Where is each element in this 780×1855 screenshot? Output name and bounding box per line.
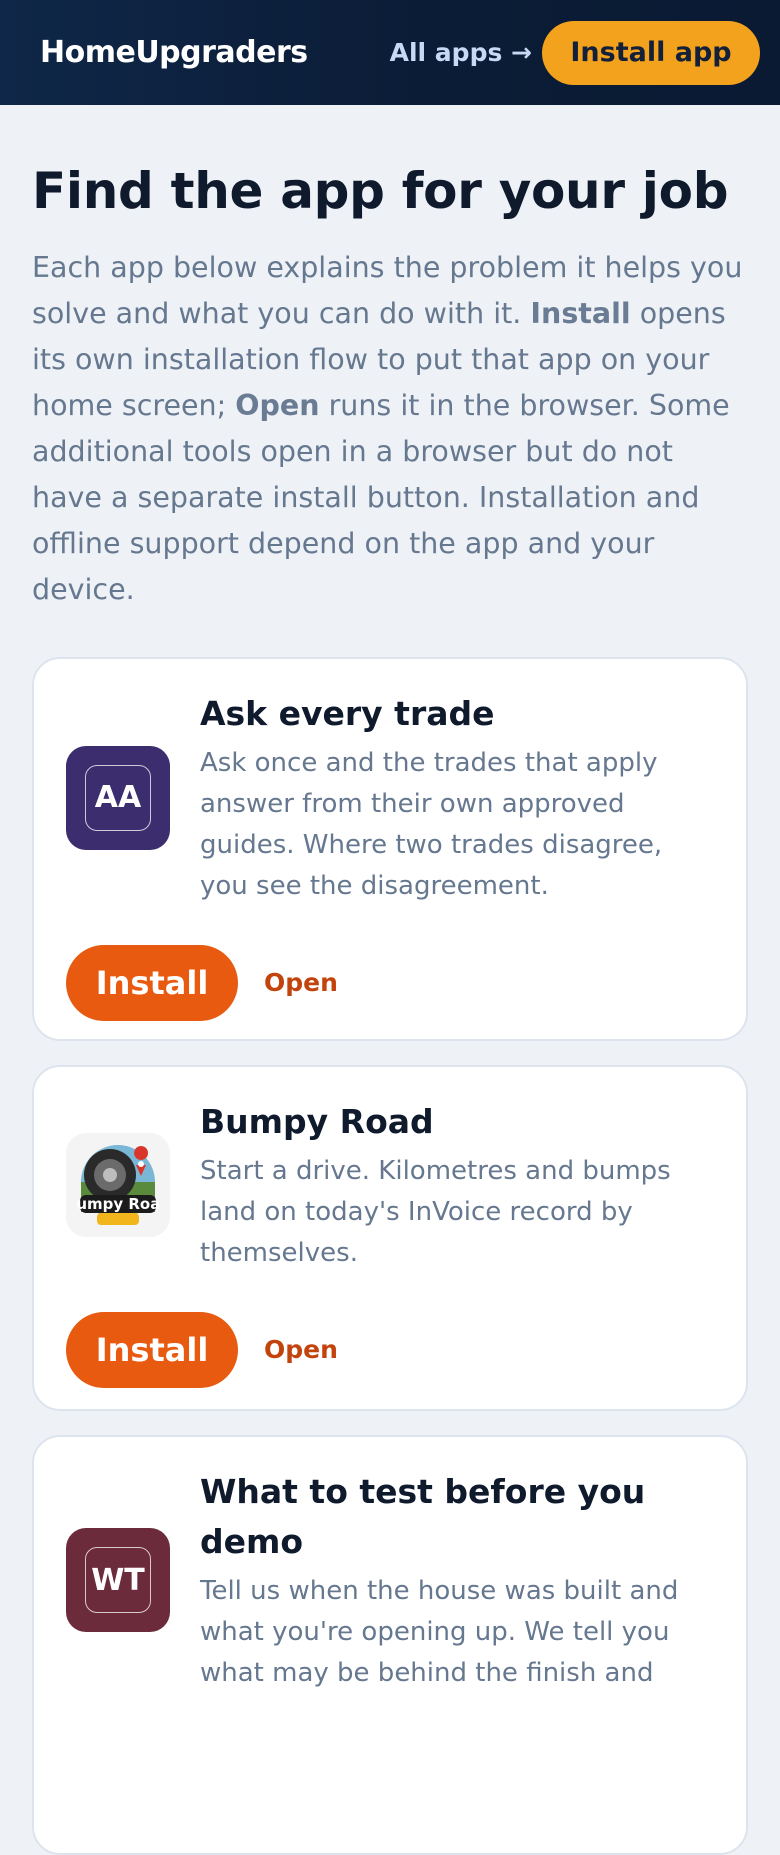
app-card-description: Tell us when the house was built and wha… (200, 1575, 679, 1688)
tire-logo-icon: Bumpy Road (66, 1133, 170, 1237)
install-button[interactable]: Install (66, 944, 238, 1021)
top-bar: HomeUpgraders All apps → Install app (0, 0, 780, 105)
app-card-what-to-test: WT What to test before you demo Tell us … (32, 1434, 748, 1855)
page-title: Find the app for your job (32, 162, 729, 220)
tire-logo-graphic: Bumpy Road (75, 1145, 161, 1225)
app-card-bumpy-road: Bumpy Road Bumpy Road Start a drive. Kil… (32, 1064, 748, 1411)
brand-logo[interactable]: HomeUpgraders (40, 35, 390, 70)
all-apps-link[interactable]: All apps → (390, 38, 532, 67)
install-button[interactable]: Install (66, 1311, 238, 1388)
app-card-title: Bumpy Road (200, 1101, 434, 1141)
intro-description: Each app below explains the problem it h… (32, 250, 743, 606)
app-card-description: Start a drive. Kilometres and bumps land… (200, 1155, 671, 1268)
app-card-title: Ask every trade (200, 693, 495, 733)
ask-every-trade-icon: AA (66, 745, 170, 850)
bumpy-logo-word: Bumpy Road (75, 1195, 161, 1213)
app-card-ask-every-trade: AA Ask every trade Ask once and the trad… (32, 656, 748, 1041)
app-list: AA Ask every trade Ask once and the trad… (0, 613, 780, 1855)
install-app-button[interactable]: Install app (542, 20, 760, 85)
open-link[interactable]: Open (264, 1335, 338, 1364)
open-link[interactable]: Open (264, 968, 338, 997)
app-card-title: What to test before you demo (200, 1471, 646, 1561)
intro-section: Find the app for your job Each app below… (0, 105, 780, 613)
app-card-description: Ask once and the trades that apply answe… (200, 747, 663, 901)
what-to-test-icon: WT (66, 1528, 170, 1632)
